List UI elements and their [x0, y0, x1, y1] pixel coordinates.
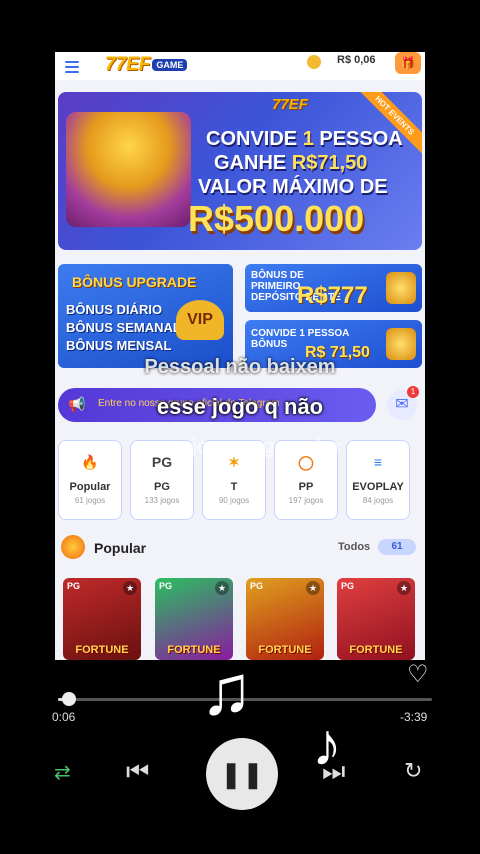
previous-icon[interactable]: ⏮: [126, 756, 149, 788]
section-count: 61: [378, 539, 416, 555]
coin-pile-icon: [386, 272, 416, 304]
section-title: Popular: [94, 540, 147, 556]
first-deposit-banner[interactable]: BÔNUS DE PRIMEIRO DEPÓSITO DE ATÉ R$777: [245, 264, 422, 312]
banner-line-1: CONVIDE 1 PESSOA: [206, 128, 403, 150]
caption-line-3: paga jogo enganador: [138, 436, 342, 458]
caption-line-2: esse jogo q não: [156, 394, 324, 419]
game-card[interactable]: PG ★ FORTUNE: [63, 578, 141, 660]
app-logo: 77EF GAME: [105, 54, 188, 76]
vip-line-monthly: BÔNUS MENSAL: [66, 338, 172, 353]
pause-button[interactable]: ❚❚: [206, 738, 278, 810]
progress-knob[interactable]: [62, 692, 77, 706]
top-bar: 77EF GAME R$ 0,06 🎁: [55, 52, 425, 80]
music-player: ♡ 0:06 -3:39 ⇄ ⏮ ❚❚ ⏭ ↻ ♫ ♪: [0, 651, 480, 854]
menu-icon[interactable]: [65, 58, 79, 73]
favorite-icon[interactable]: ★: [397, 581, 411, 595]
coin-icon: [307, 55, 321, 69]
repeat-icon[interactable]: ↻: [404, 758, 422, 784]
deposit-amount: R$777: [297, 282, 368, 309]
favorite-icon[interactable]: ★: [215, 581, 229, 595]
vip-line-weekly: BÔNUS SEMANAL: [66, 320, 181, 335]
remaining-time: -3:39: [400, 710, 428, 724]
banner-line-2: GANHE R$71,50: [214, 152, 368, 174]
game-card[interactable]: PG ★ FORTUNE: [246, 578, 324, 660]
vip-bonus-banner[interactable]: BÔNUS UPGRADE BÔNUS DIÁRIO BÔNUS SEMANAL…: [58, 264, 233, 368]
vip-crown-icon: VIP: [176, 300, 224, 340]
banner-logo: 77EF: [272, 96, 308, 113]
fire-icon: [61, 535, 85, 559]
banner-max-value: R$500.000: [188, 198, 365, 239]
vip-title: BÔNUS UPGRADE: [72, 274, 197, 290]
gift-button[interactable]: 🎁: [395, 52, 421, 74]
see-all-link[interactable]: Todos: [338, 541, 370, 553]
music-note-icon: ♫: [200, 651, 253, 729]
game-card[interactable]: PG ★ FORTUNE: [337, 578, 415, 660]
balance-value: R$ 0,06: [337, 54, 376, 66]
music-note-icon: ♪: [312, 711, 342, 778]
shuffle-icon[interactable]: ⇄: [54, 760, 71, 785]
elapsed-time: 0:06: [52, 710, 76, 724]
game-card[interactable]: PG ★ FORTUNE: [155, 578, 233, 660]
popular-section-header: Popular Todos 61: [58, 532, 420, 562]
vip-line-daily: BÔNUS DIÁRIO: [66, 302, 163, 317]
hero-banner[interactable]: HOT EVENTS 77EF CONVIDE 1 PESSOA GANHE R…: [58, 92, 422, 250]
treasure-chest-image: [66, 112, 191, 227]
game-grid: PG ★ FORTUNE PG ★ FORTUNE PG ★ FORTUNE P…: [63, 578, 423, 660]
favorite-icon[interactable]: ★: [123, 581, 137, 595]
favorite-icon[interactable]: ★: [306, 581, 320, 595]
heart-icon[interactable]: ♡: [407, 660, 429, 689]
caption-line-1: Pessoal não baixem: [144, 356, 336, 378]
banner-line-3: VALOR MÁXIMO DE: [198, 176, 388, 198]
